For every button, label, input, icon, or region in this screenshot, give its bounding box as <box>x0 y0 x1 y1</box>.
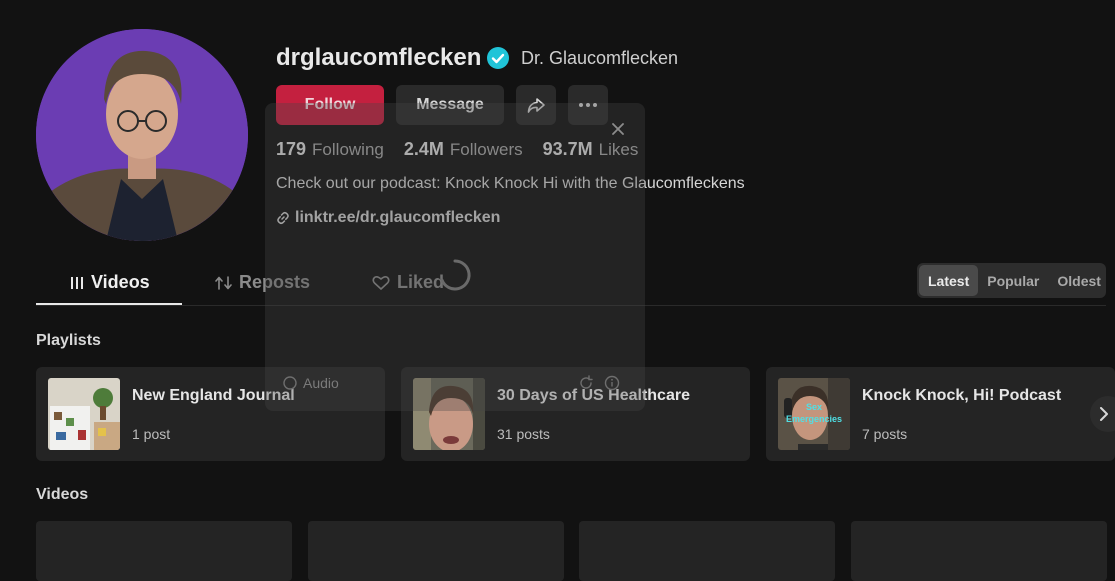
info-icon[interactable] <box>604 375 620 391</box>
grid-icon <box>71 276 83 289</box>
playlist-name: Knock Knock, Hi! Podcast <box>862 387 1062 404</box>
verified-badge-icon <box>487 47 509 69</box>
sort-selector: Latest Popular Oldest <box>917 263 1106 298</box>
display-name: Dr. Glaucomflecken <box>521 48 679 68</box>
tab-videos[interactable]: Videos <box>70 272 150 293</box>
sort-popular[interactable]: Popular <box>978 265 1048 296</box>
playlist-card[interactable]: Sex Emergencies Knock Knock, Hi! Podcast… <box>766 367 1115 461</box>
playlist-thumbnail <box>48 378 120 450</box>
overlay-close-button[interactable] <box>611 122 625 141</box>
loading-overlay: Audio <box>265 103 645 411</box>
playlist-count: 7 posts <box>862 426 908 442</box>
refresh-icon[interactable] <box>578 375 594 391</box>
loading-spinner-icon <box>438 258 472 297</box>
overlay-audio-label: Audio <box>303 375 339 391</box>
playlist-count: 1 post <box>132 426 171 442</box>
overlay-actions <box>578 375 620 391</box>
svg-text:Emergencies: Emergencies <box>786 414 842 424</box>
username: drglaucomflecken <box>276 44 482 71</box>
audio-icon <box>283 376 297 390</box>
repost-icon <box>215 275 232 290</box>
playlist-thumbnail: Sex Emergencies <box>778 378 850 450</box>
tab-active-indicator <box>36 303 182 305</box>
playlists-heading: Playlists <box>36 332 101 349</box>
video-card[interactable] <box>851 521 1107 581</box>
svg-text:Sex: Sex <box>806 402 822 412</box>
videos-heading: Videos <box>36 486 89 503</box>
video-card[interactable] <box>308 521 564 581</box>
sort-oldest[interactable]: Oldest <box>1048 265 1110 296</box>
chevron-right-icon <box>1100 407 1108 421</box>
profile-avatar[interactable] <box>36 29 248 241</box>
close-icon <box>612 123 624 135</box>
overlay-audio[interactable]: Audio <box>283 375 339 391</box>
sort-latest[interactable]: Latest <box>919 265 979 296</box>
video-card[interactable] <box>36 521 292 581</box>
video-card[interactable] <box>579 521 835 581</box>
tab-videos-label: Videos <box>91 272 150 292</box>
playlist-count: 31 posts <box>497 426 550 442</box>
